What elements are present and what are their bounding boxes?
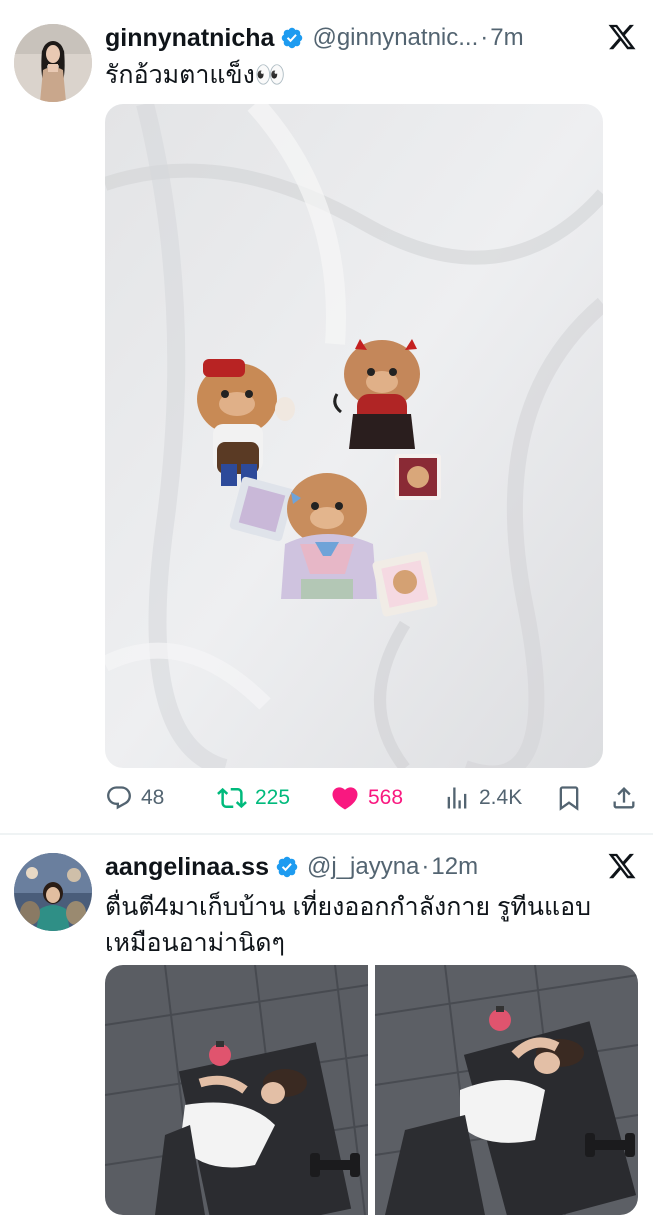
share-button[interactable] bbox=[610, 778, 646, 818]
mini-card-1 bbox=[395, 454, 441, 500]
timestamp[interactable]: 7m bbox=[490, 24, 523, 52]
tweet-text-line-2: เหมือนอาม่านิดๆ bbox=[105, 929, 285, 957]
verified-badge-icon bbox=[280, 26, 304, 50]
avatar[interactable] bbox=[14, 853, 92, 931]
tweet-text-line-1: ตื่นตี4มาเก็บบ้าน เที่ยงออกกำลังกาย รูที… bbox=[105, 893, 591, 921]
tweet-photo-2[interactable] bbox=[375, 965, 638, 1215]
display-name[interactable]: ginnynatnicha bbox=[105, 24, 274, 53]
tweet-text: ตื่นตี4มาเก็บบ้าน เที่ยงออกกำลังกาย รูที… bbox=[105, 889, 635, 961]
tweet-actions: 48 225 568 2.4K bbox=[105, 778, 640, 818]
reply-icon bbox=[107, 786, 131, 810]
tweet-photo[interactable] bbox=[105, 104, 603, 768]
verified-badge-icon bbox=[275, 855, 299, 879]
timestamp[interactable]: 12m bbox=[431, 853, 478, 881]
display-name[interactable]: aangelinaa.ss bbox=[105, 853, 269, 882]
x-logo-icon bbox=[607, 851, 637, 881]
repost-button[interactable]: 225 bbox=[217, 778, 290, 818]
gym-photo-2 bbox=[375, 965, 638, 1215]
reply-button[interactable]: 48 bbox=[105, 778, 164, 818]
x-logo-icon bbox=[607, 22, 637, 52]
repost-count: 225 bbox=[255, 786, 291, 809]
like-count: 568 bbox=[368, 786, 404, 809]
avatar[interactable] bbox=[14, 24, 92, 102]
views-button[interactable]: 2.4K bbox=[443, 778, 522, 818]
bookmark-button[interactable] bbox=[555, 778, 591, 818]
separator: · bbox=[480, 24, 489, 51]
views-count: 2.4K bbox=[479, 786, 523, 809]
mini-card-3 bbox=[372, 551, 438, 617]
handle[interactable]: @j_jayyna bbox=[307, 853, 419, 881]
share-icon bbox=[613, 787, 635, 809]
like-button[interactable]: 568 bbox=[330, 778, 403, 818]
views-icon bbox=[447, 787, 467, 809]
bookmark-icon bbox=[559, 786, 579, 811]
tweet-2[interactable]: aangelinaa.ss @j_jayyna · 12m ตื่นตี4มาเ… bbox=[0, 835, 653, 1215]
handle[interactable]: @ginnynatnic... bbox=[312, 24, 478, 52]
reply-count: 48 bbox=[141, 786, 165, 809]
separator: · bbox=[421, 853, 430, 880]
like-icon bbox=[332, 787, 358, 810]
tweet-text: รักอ้วมตาแข็ง👀 bbox=[105, 61, 286, 89]
plush-keychains-photo bbox=[105, 104, 603, 768]
tweet-1[interactable]: ginnynatnicha @ginnynatnic... · 7m รักอ้… bbox=[0, 0, 653, 833]
tweet-photo-1[interactable] bbox=[105, 965, 368, 1215]
repost-icon bbox=[217, 787, 247, 809]
avatar-image bbox=[14, 24, 92, 102]
gym-photo-1 bbox=[105, 965, 368, 1215]
avatar-image bbox=[14, 853, 92, 931]
